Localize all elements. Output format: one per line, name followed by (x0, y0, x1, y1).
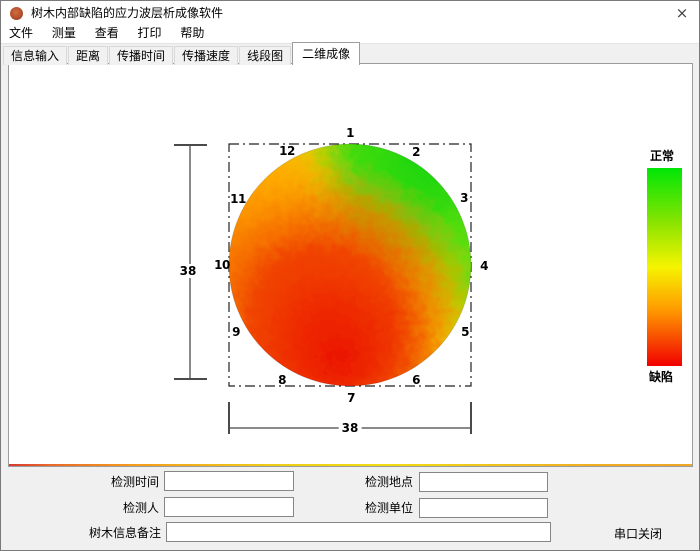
legend-colorbar (647, 168, 682, 366)
tab-propagation-speed[interactable]: 传播速度 (174, 46, 238, 65)
tab-info-input[interactable]: 信息输入 (3, 46, 67, 65)
inspector-input[interactable] (164, 497, 294, 517)
vertical-dimension-line (189, 145, 191, 379)
menu-help[interactable]: 帮助 (173, 25, 211, 42)
sensor-label-4: 4 (480, 259, 488, 273)
detect-time-label: 检测时间 (61, 472, 159, 492)
sensor-label-7: 7 (347, 391, 355, 405)
horizontal-dimension-right-tick (470, 402, 472, 434)
menu-view[interactable]: 查看 (88, 25, 126, 42)
sensor-label-12: 12 (279, 144, 295, 158)
close-icon[interactable]: × (665, 1, 699, 25)
inspector-label: 检测人 (61, 498, 159, 518)
tomogram-image (228, 143, 472, 387)
menu-measure[interactable]: 测量 (45, 25, 83, 42)
horizontal-dimension-left-tick (228, 402, 230, 434)
tab-2d-imaging[interactable]: 二维成像 (292, 42, 360, 65)
tree-notes-label: 树木信息备注 (61, 523, 161, 543)
horizontal-dimension-label: 38 (339, 421, 362, 435)
sensor-label-5: 5 (461, 325, 469, 339)
sensor-label-9: 9 (232, 325, 240, 339)
serial-port-status: 串口关闭 (614, 525, 662, 542)
sensor-label-6: 6 (412, 373, 420, 387)
tab-propagation-time[interactable]: 传播时间 (109, 46, 173, 65)
heat-gradient-strip (9, 464, 692, 466)
menu-print[interactable]: 打印 (131, 25, 169, 42)
app-window: 树木内部缺陷的应力波层析成像软件 × 文件 测量 查看 打印 帮助 信息输入 距… (0, 0, 700, 551)
detect-time-input[interactable] (164, 471, 294, 491)
sensor-label-10: 10 (214, 258, 230, 272)
menu-file[interactable]: 文件 (2, 25, 40, 42)
tab-bar: 信息输入 距离 传播时间 传播速度 线段图 二维成像 (3, 43, 361, 65)
legend-normal-label: 正常 (650, 147, 674, 164)
sensor-label-1: 1 (346, 126, 354, 140)
legend-defect-label: 缺陷 (649, 368, 673, 385)
tree-notes-input[interactable] (166, 522, 551, 542)
detect-unit-label: 检测单位 (341, 498, 413, 518)
vertical-dimension-top-cap (174, 144, 207, 146)
sensor-label-3: 3 (460, 191, 468, 205)
sensor-label-11: 11 (230, 192, 246, 206)
detect-unit-input[interactable] (419, 498, 548, 518)
vertical-dimension-label: 38 (177, 264, 200, 278)
detect-location-label: 检测地点 (341, 472, 413, 492)
detect-location-input[interactable] (419, 472, 548, 492)
tab-line-graph[interactable]: 线段图 (239, 46, 291, 65)
sensor-label-8: 8 (278, 373, 286, 387)
app-icon (10, 7, 23, 20)
sensor-label-2: 2 (412, 145, 420, 159)
title-bar: 树木内部缺陷的应力波层析成像软件 × (1, 1, 699, 25)
vertical-dimension-bottom-cap (174, 378, 207, 380)
window-title: 树木内部缺陷的应力波层析成像软件 (31, 1, 223, 25)
tab-distance[interactable]: 距离 (68, 46, 108, 65)
